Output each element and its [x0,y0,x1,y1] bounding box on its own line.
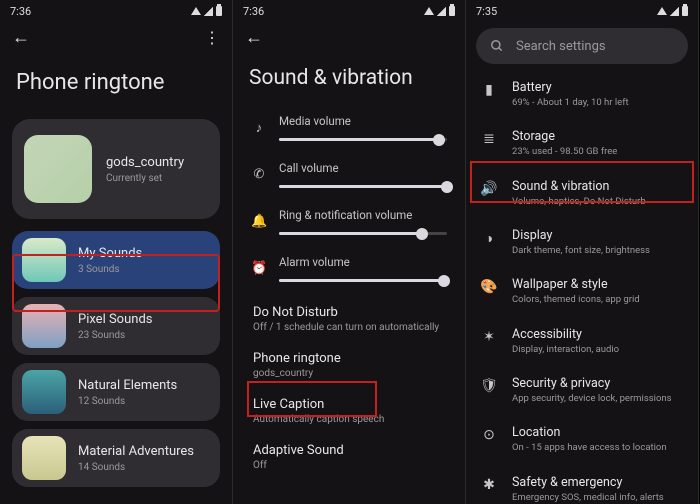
current-ringtone-card[interactable]: gods_country Currently set [12,119,220,219]
row-wallpaper[interactable]: 🎨 Wallpaper & styleColors, themed icons,… [466,267,698,316]
category-pixel-sounds[interactable]: Pixel Sounds 23 Sounds [12,297,220,355]
alarm-volume-row[interactable]: ⏰ Alarm volume [233,249,465,296]
category-thumb [22,238,66,282]
battery-icon: ▮ [480,82,498,98]
row-battery[interactable]: ▮ Battery69% - About 1 day, 10 hr left [466,70,698,119]
battery-icon [216,6,222,16]
media-volume-row[interactable]: ♪ Media volume [233,108,465,155]
row-location[interactable]: ⊙ LocationOn - 15 apps have access to lo… [466,415,698,464]
display-icon: ◑ [480,230,498,247]
status-bar: 7:36 [0,0,232,22]
signal-icon [204,7,213,16]
alarm-icon: ⏰ [251,261,267,276]
status-bar: 7:36 [233,0,465,22]
current-name: gods_country [106,155,184,170]
battery-icon [449,6,455,16]
more-button[interactable]: ⋮ [204,28,220,47]
row-dnd[interactable]: Do Not Disturb Off / 1 schedule can turn… [233,296,465,342]
clock: 7:36 [243,5,264,18]
accessibility-icon: ✶ [480,329,498,345]
location-icon: ⊙ [480,427,498,443]
row-phone-ringtone[interactable]: Phone ringtone gods_country [233,342,465,388]
back-button[interactable]: ← [12,27,30,48]
category-material-adventures[interactable]: Material Adventures 14 Sounds [12,429,220,487]
panel-sound-vibration: 7:36 ← Sound & vibration ♪ Media volume … [233,0,466,504]
ringtone-thumb [24,135,92,203]
category-thumb [22,304,66,348]
row-safety[interactable]: ✱ Safety & emergencyEmergency SOS, medic… [466,465,698,504]
signal-icon [437,7,446,16]
row-security[interactable]: 🛡 Security & privacyApp security, device… [466,366,698,415]
signal-icon [670,7,679,16]
bell-icon: 🔔 [251,214,267,229]
search-placeholder: Search settings [516,39,606,54]
music-note-icon: ♪ [251,120,267,136]
palette-icon: 🎨 [480,279,498,295]
clock: 7:35 [476,5,497,18]
panel-phone-ringtone: 7:36 ← ⋮ Phone ringtone gods_country Cur… [0,0,233,504]
row-live-caption[interactable]: Live Caption Automatically caption speec… [233,388,465,434]
emergency-icon: ✱ [480,477,498,493]
call-volume-row[interactable]: ✆ Call volume [233,155,465,202]
category-thumb [22,370,66,414]
current-sub: Currently set [106,173,184,184]
phone-icon: ✆ [251,167,267,182]
row-storage[interactable]: ≣ Storage23% used - 98.50 GB free [466,119,698,168]
category-thumb [22,436,66,480]
back-button[interactable]: ← [245,27,263,48]
row-sound-vibration[interactable]: 🔊 Sound & vibrationVolume, haptics, Do N… [466,169,698,218]
volume-icon: 🔊 [480,181,498,197]
row-accessibility[interactable]: ✶ AccessibilityDisplay, interaction, aud… [466,317,698,366]
row-adaptive-sound[interactable]: Adaptive Sound Off [233,434,465,480]
storage-icon: ≣ [480,131,498,147]
row-display[interactable]: ◑ DisplayDark theme, font size, brightne… [466,218,698,267]
wifi-icon [191,7,201,15]
search-input[interactable]: Search settings [476,28,688,64]
status-bar: 7:35 [466,0,698,22]
page-title: Phone ringtone [0,52,232,119]
shield-icon: 🛡 [480,378,498,394]
category-my-sounds[interactable]: My Sounds 3 Sounds [12,231,220,289]
search-icon [490,39,504,53]
wifi-icon [657,7,667,15]
clock: 7:36 [10,5,31,18]
ring-volume-row[interactable]: 🔔 Ring & notification volume [233,202,465,249]
battery-icon [682,6,688,16]
wifi-icon [424,7,434,15]
category-natural-elements[interactable]: Natural Elements 12 Sounds [12,363,220,421]
page-title: Sound & vibration [233,52,465,108]
panel-settings-search: 7:35 Search settings ▮ Battery69% - Abou… [466,0,699,504]
